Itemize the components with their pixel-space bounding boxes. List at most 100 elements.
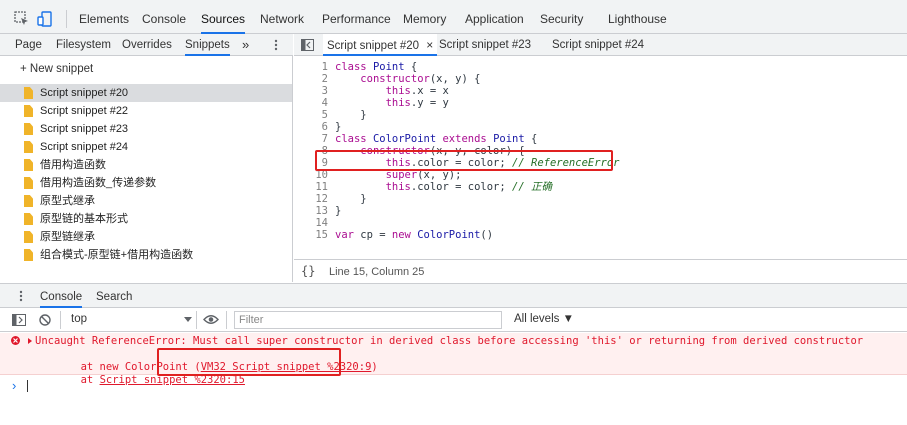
- line-number: 5: [321, 109, 328, 121]
- editor-status-bar: {} Line 15, Column 25: [294, 259, 907, 282]
- code-line: class Point {: [335, 61, 418, 73]
- toolbar-divider: [196, 311, 197, 329]
- snippet-item[interactable]: 原型链继承: [0, 228, 292, 246]
- line-number: 12: [315, 193, 328, 205]
- console-toolbar: top All levels ▼: [0, 308, 907, 332]
- snippet-file-icon: [24, 141, 33, 153]
- tab-performance[interactable]: Performance: [322, 0, 391, 34]
- filter-input[interactable]: [234, 311, 502, 329]
- toggle-navigator-icon[interactable]: [301, 39, 314, 51]
- snippet-label: 原型链的基本形式: [40, 213, 128, 225]
- code-line: }: [335, 121, 342, 133]
- drawer-tab-bar: Console Search: [0, 283, 907, 308]
- snippet-file-icon: [24, 159, 33, 171]
- pretty-print-icon[interactable]: {}: [301, 264, 315, 278]
- navigator-tabs: Page Filesystem Overrides Snippets »: [0, 34, 293, 56]
- tab-lighthouse[interactable]: Lighthouse: [608, 0, 667, 34]
- snippet-label: 借用构造函数: [40, 159, 106, 171]
- editor-tab-snippet-24[interactable]: Script snippet #24: [552, 34, 644, 56]
- snippet-item[interactable]: 原型式继承: [0, 192, 292, 210]
- snippet-item[interactable]: Script snippet #23: [0, 120, 292, 138]
- line-number: 1: [321, 61, 328, 73]
- sources-navigator: Page Filesystem Overrides Snippets » + N…: [0, 34, 293, 282]
- line-number: 11: [315, 181, 328, 193]
- text-cursor: [27, 380, 28, 392]
- tab-elements[interactable]: Elements: [79, 0, 129, 34]
- cursor-position: Line 15, Column 25: [329, 266, 425, 278]
- device-toolbar-icon[interactable]: [37, 11, 53, 27]
- log-levels-dropdown[interactable]: All levels ▼: [514, 313, 574, 325]
- drawer-menu-icon[interactable]: [18, 290, 24, 302]
- chevron-down-icon[interactable]: [184, 317, 192, 322]
- drawer-tab-search[interactable]: Search: [96, 284, 132, 308]
- snippet-item[interactable]: 原型链的基本形式: [0, 210, 292, 228]
- snippet-item[interactable]: Script snippet #20: [0, 84, 292, 102]
- toolbar-divider: [66, 10, 67, 28]
- drawer-tab-console[interactable]: Console: [40, 284, 83, 308]
- code-line: constructor(x, y, color) {: [360, 145, 525, 157]
- more-tabs-icon[interactable]: »: [242, 34, 249, 56]
- snippet-item[interactable]: 借用构造函数: [0, 156, 292, 174]
- code-editor[interactable]: 1 class Point { 2 constructor(x, y) { 3 t…: [294, 57, 907, 257]
- code-line: constructor(x, y) {: [360, 73, 481, 85]
- toolbar-divider: [226, 311, 227, 329]
- console-error-message: Uncaught ReferenceError: Must call super…: [0, 333, 907, 386]
- line-number: 10: [315, 169, 328, 181]
- error-icon: [11, 336, 20, 345]
- line-number: 15: [315, 229, 328, 241]
- console-prompt[interactable]: ›: [0, 376, 907, 396]
- nav-tab-overrides[interactable]: Overrides: [122, 34, 172, 56]
- snippet-label: Script snippet #24: [40, 141, 129, 153]
- snippet-file-icon: [24, 177, 33, 189]
- tab-console[interactable]: Console: [142, 0, 186, 34]
- line-number: 3: [321, 85, 328, 97]
- snippet-file-icon: [24, 87, 33, 99]
- toolbar-divider: [60, 311, 61, 329]
- inspect-element-icon[interactable]: [14, 11, 30, 27]
- kebab-menu-icon[interactable]: [273, 39, 279, 51]
- snippet-item[interactable]: 借用构造函数_传递参数: [0, 174, 292, 192]
- line-number: 13: [315, 205, 328, 217]
- context-selector[interactable]: top: [71, 313, 87, 325]
- snippet-item[interactable]: Script snippet #22: [0, 102, 292, 120]
- code-line: this.x = x: [385, 85, 449, 97]
- snippet-label: 原型式继承: [40, 195, 95, 207]
- editor-tab-snippet-20[interactable]: Script snippet #20 ×: [323, 34, 438, 56]
- clear-console-icon[interactable]: [39, 314, 51, 326]
- tab-security[interactable]: Security: [540, 0, 583, 34]
- snippet-label: 借用构造函数_传递参数: [40, 177, 157, 189]
- show-sidebar-icon[interactable]: [12, 314, 26, 326]
- snippet-file-icon: [24, 249, 33, 261]
- code-line: class ColorPoint extends Point {: [335, 133, 538, 145]
- code-line: super(x, y);: [385, 169, 462, 181]
- tab-application[interactable]: Application: [465, 0, 524, 34]
- prompt-chevron-icon: ›: [12, 378, 17, 393]
- line-number: 4: [321, 97, 328, 109]
- code-line: this.y = y: [385, 97, 449, 109]
- snippet-file-icon: [24, 231, 33, 243]
- tab-memory[interactable]: Memory: [403, 0, 446, 34]
- expand-triangle-icon[interactable]: [28, 338, 32, 344]
- snippet-label: Script snippet #23: [40, 123, 129, 135]
- editor-tab-label: Script snippet #20: [327, 40, 420, 52]
- new-snippet-button[interactable]: + New snippet: [20, 63, 93, 75]
- editor-tab-bar: Script snippet #20 × Script snippet #23 …: [294, 34, 907, 56]
- nav-tab-page[interactable]: Page: [15, 34, 42, 56]
- snippet-file-icon: [24, 213, 33, 225]
- close-icon[interactable]: ×: [426, 38, 433, 52]
- snippet-item[interactable]: 组合模式-原型链+借用构造函数: [0, 246, 292, 264]
- snippet-file-icon: [24, 123, 33, 135]
- nav-tab-filesystem[interactable]: Filesystem: [56, 34, 111, 56]
- snippet-label: 原型链继承: [40, 231, 95, 243]
- snippet-item[interactable]: Script snippet #24: [0, 138, 292, 156]
- line-number: 2: [321, 73, 328, 85]
- devtools-tab-bar: Elements Console Sources Network Perform…: [0, 0, 907, 34]
- nav-tab-snippets[interactable]: Snippets: [185, 34, 230, 56]
- tab-network[interactable]: Network: [260, 0, 304, 34]
- tab-sources[interactable]: Sources: [201, 0, 246, 34]
- line-number: 9: [321, 157, 328, 169]
- editor-tab-snippet-23[interactable]: Script snippet #23: [439, 34, 531, 56]
- snippet-label: 组合模式-原型链+借用构造函数: [40, 249, 194, 261]
- stack-frame-suffix: ): [371, 361, 378, 373]
- eye-icon[interactable]: [203, 314, 219, 325]
